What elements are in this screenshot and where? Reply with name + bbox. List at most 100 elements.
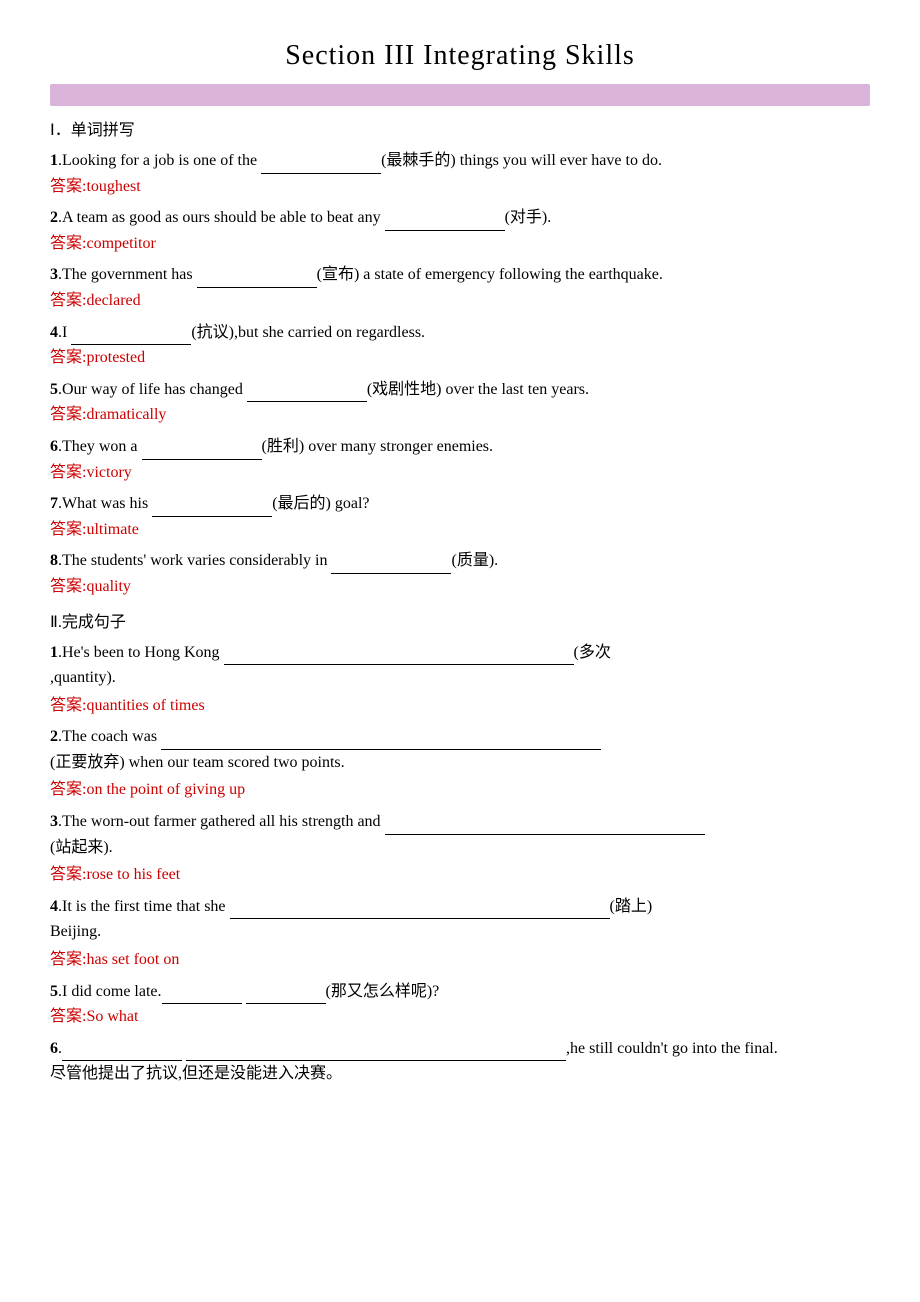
q6-number: 6 <box>50 438 58 455</box>
q6-blank <box>142 442 262 460</box>
q1-answer: 答案:toughest <box>50 174 870 200</box>
q8-number: 8 <box>50 552 58 569</box>
q8-hint: (质量) <box>451 552 494 569</box>
s2-q3-blank <box>385 817 705 835</box>
q7-hint: (最后的) <box>272 495 331 512</box>
s2-q3-number: 3 <box>50 813 58 830</box>
q6-hint: (胜利) <box>262 438 305 455</box>
q4-prefix: .I <box>58 324 71 341</box>
s2-question-2: 2.The coach was (正要放弃) when our team sco… <box>50 724 870 803</box>
s2-question-3: 3.The worn-out farmer gathered all his s… <box>50 809 870 888</box>
section2-header: Ⅱ.完成句子 <box>50 608 870 632</box>
q1-prefix: .Looking for a job is one of the <box>58 152 261 169</box>
q8-suffix: . <box>494 552 498 569</box>
s2-q5-hint: (那又怎么样呢)? <box>326 983 440 1000</box>
q4-answer: 答案:protested <box>50 345 870 371</box>
q2-answer: 答案:competitor <box>50 231 870 257</box>
q8-answer: 答案:quality <box>50 574 870 600</box>
s2-q4-hint: (踏上) <box>610 898 653 915</box>
q4-number: 4 <box>50 324 58 341</box>
q3-blank <box>197 270 317 288</box>
q5-prefix: .Our way of life has changed <box>58 381 247 398</box>
s2-q4-answer: 答案:has set foot on <box>50 947 870 973</box>
q3-suffix: a state of emergency following the earth… <box>359 266 663 283</box>
s2-question-1: 1.He's been to Hong Kong (多次 ,quantity).… <box>50 640 870 719</box>
question-6: 6.They won a (胜利) over many stronger ene… <box>50 434 870 485</box>
q7-suffix: goal? <box>331 495 370 512</box>
s2-q1-continuation: ,quantity). <box>50 665 870 691</box>
s2-q6-number: 6 <box>50 1040 58 1057</box>
page-title: Section III Integrating Skills <box>50 40 870 72</box>
q4-hint: (抗议) <box>191 324 234 341</box>
question-7: 7.What was his (最后的) goal? 答案:ultimate <box>50 491 870 542</box>
s2-q2-number: 2 <box>50 728 58 745</box>
s2-q3-prefix: .The worn-out farmer gathered all his st… <box>58 813 385 830</box>
s2-q1-answer: 答案:quantities of times <box>50 693 870 719</box>
s2-q4-blank <box>230 901 610 919</box>
q6-suffix: over many stronger enemies. <box>304 438 493 455</box>
q1-suffix: things you will ever have to do. <box>456 152 662 169</box>
s2-q1-prefix: .He's been to Hong Kong <box>58 644 224 661</box>
s2-q4-prefix: .It is the first time that she <box>58 898 230 915</box>
s2-q5-answer: 答案:So what <box>50 1004 870 1030</box>
q5-blank <box>247 384 367 402</box>
s2-q3-answer: 答案:rose to his feet <box>50 862 870 888</box>
question-2: 2.A team as good as ours should be able … <box>50 205 870 256</box>
q4-suffix: ,but she carried on regardless. <box>234 324 425 341</box>
q2-suffix: . <box>547 209 551 226</box>
s2-q1-hint: (多次 <box>574 644 611 661</box>
s2-q4-number: 4 <box>50 898 58 915</box>
s2-q5-blank1 <box>162 986 242 1004</box>
q6-prefix: .They won a <box>58 438 142 455</box>
question-4: 4.I (抗议),but she carried on regardless. … <box>50 320 870 371</box>
s2-q5-prefix: .I did come late. <box>58 983 162 1000</box>
q7-number: 7 <box>50 495 58 512</box>
q3-number: 3 <box>50 266 58 283</box>
q5-number: 5 <box>50 381 58 398</box>
q3-prefix: .The government has <box>58 266 197 283</box>
q2-blank <box>385 213 505 231</box>
s2-q5-blank2 <box>246 986 326 1004</box>
s2-question-6: 6. ,he still couldn't go into the final.… <box>50 1036 870 1087</box>
s2-q6-suffix: ,he still couldn't go into the final. <box>566 1040 778 1057</box>
s2-q6-blank2 <box>186 1043 566 1061</box>
q5-hint: (戏剧性地) <box>367 381 442 398</box>
q3-hint: (宣布) <box>317 266 360 283</box>
section1-header: Ⅰ．单词拼写 <box>50 116 870 140</box>
q2-number: 2 <box>50 209 58 226</box>
s2-q4-continuation: Beijing. <box>50 919 870 945</box>
s2-q3-continuation: (站起来). <box>50 835 870 861</box>
section2-container: Ⅱ.完成句子 1.He's been to Hong Kong (多次 ,qua… <box>50 608 870 1088</box>
q1-hint: (最棘手的) <box>381 152 456 169</box>
q7-answer: 答案:ultimate <box>50 517 870 543</box>
s2-q1-blank <box>224 647 574 665</box>
s2-q2-answer: 答案:on the point of giving up <box>50 777 870 803</box>
question-8: 8.The students' work varies considerably… <box>50 548 870 599</box>
q8-prefix: .The students' work varies considerably … <box>58 552 331 569</box>
q2-prefix: .A team as good as ours should be able t… <box>58 209 385 226</box>
s2-q2-continuation: (正要放弃) when our team scored two points. <box>50 750 870 776</box>
question-3: 3.The government has (宣布) a state of eme… <box>50 262 870 313</box>
s2-q5-number: 5 <box>50 983 58 1000</box>
question-5: 5.Our way of life has changed (戏剧性地) ove… <box>50 377 870 428</box>
s2-q2-prefix: .The coach was <box>58 728 161 745</box>
q7-blank <box>152 499 272 517</box>
q6-answer: 答案:victory <box>50 460 870 486</box>
q7-prefix: .What was his <box>58 495 152 512</box>
s2-q6-note: 尽管他提出了抗议,但还是没能进入决赛。 <box>50 1061 870 1087</box>
q8-blank <box>331 556 451 574</box>
question-1: 1.Looking for a job is one of the (最棘手的)… <box>50 148 870 199</box>
s2-question-5: 5.I did come late. (那又怎么样呢)? 答案:So what <box>50 979 870 1030</box>
q1-number: 1 <box>50 152 58 169</box>
q2-hint: (对手) <box>505 209 548 226</box>
q1-blank <box>261 156 381 174</box>
q5-answer: 答案:dramatically <box>50 402 870 428</box>
q5-suffix: over the last ten years. <box>442 381 590 398</box>
s2-q1-number: 1 <box>50 644 58 661</box>
q3-answer: 答案:declared <box>50 288 870 314</box>
s2-q6-blank1 <box>62 1043 182 1061</box>
s2-q2-blank <box>161 732 601 750</box>
s2-question-4: 4.It is the first time that she (踏上) Bei… <box>50 894 870 973</box>
q4-blank <box>71 327 191 345</box>
highlight-bar <box>50 84 870 106</box>
